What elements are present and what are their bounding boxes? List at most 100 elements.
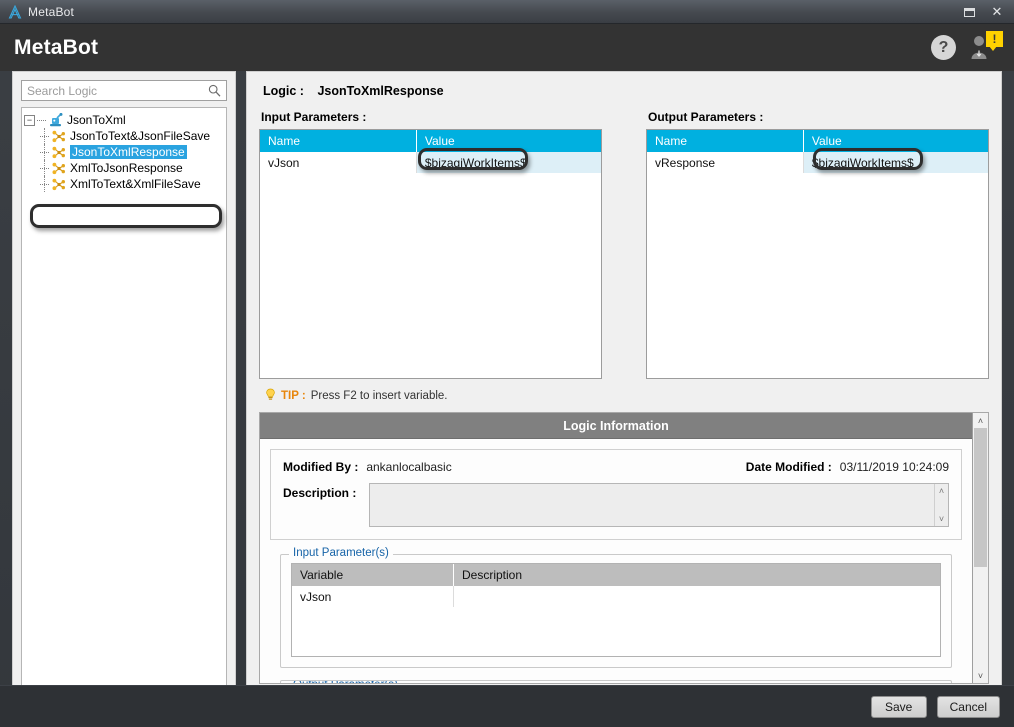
app-header: MetaBot ? ! (0, 24, 1014, 71)
output-parameters-section: Output Parameters : Name Value vResponse… (646, 110, 989, 379)
tree-item-label: XmlToJsonResponse (70, 161, 183, 175)
metabot-node-icon (47, 113, 64, 128)
collapse-expander-icon[interactable]: − (24, 114, 35, 126)
tip-line: TIP : Press F2 to insert variable. (265, 388, 989, 404)
description-label: Description : (283, 486, 357, 500)
table-header-row: Name Value (647, 130, 988, 152)
scroll-down-icon[interactable]: ˅ (939, 514, 944, 524)
tree-item-XmlToText-XmlFileSave[interactable]: XmlToText&XmlFileSave (24, 176, 224, 192)
date-modified-group: Date Modified : 03/11/2019 10:24:09 (746, 460, 949, 474)
table-header-row: Name Value (260, 130, 601, 152)
output-parameters-legend: Output Parameter(s) (289, 681, 402, 683)
tree-root-JsonToXml[interactable]: − JsonToXml (24, 112, 224, 128)
modified-by-label: Modified By : (283, 460, 359, 474)
date-modified-value: 03/11/2019 10:24:09 (839, 460, 949, 474)
column-header-value: Value (424, 134, 455, 148)
close-button[interactable]: ✕ (984, 1, 1010, 23)
input-parameters-legend: Input Parameter(s) (289, 547, 393, 559)
tree-item-label-selected: JsonToXmlResponse (70, 145, 187, 159)
table-row[interactable]: vJson (292, 586, 940, 607)
logic-information-title: Logic Information (260, 413, 972, 439)
column-header-description: Description (462, 568, 523, 582)
cell-value[interactable]: $bizagiWorkItems$ (416, 152, 601, 173)
search-logic-field[interactable] (21, 80, 227, 101)
logic-node-icon (50, 161, 67, 176)
column-header-name: Name (260, 130, 417, 152)
input-parameters-title: Input Parameters : (261, 110, 367, 124)
table-header-row: Variable Description (292, 564, 940, 586)
tree-item-JsonToXmlResponse[interactable]: JsonToXmlResponse (24, 144, 224, 160)
scrollbar-thumb[interactable] (974, 428, 987, 568)
minimize-icon (963, 7, 975, 17)
column-header-name: Name (647, 130, 804, 152)
scroll-down-icon[interactable]: ˅ (973, 668, 988, 683)
search-icon (208, 84, 221, 102)
table-row[interactable]: vJson $bizagiWorkItems$ (260, 152, 601, 173)
logic-node-icon (50, 129, 67, 144)
modified-by-value: ankanlocalbasic (366, 460, 452, 474)
logic-header: Logic : JsonToXmlResponse (263, 84, 989, 98)
cell-name: vJson (260, 152, 417, 173)
window-title: MetaBot (28, 4, 75, 19)
scroll-up-icon[interactable]: ˄ (973, 413, 988, 428)
tree-connector (44, 128, 45, 144)
logic-detail-panel: Logic : JsonToXmlResponse Input Paramete… (246, 71, 1002, 695)
question-mark-icon[interactable]: ? (931, 35, 956, 60)
save-button[interactable]: Save (870, 695, 927, 718)
lightbulb-icon (265, 388, 276, 404)
tree-item-label: JsonToText&JsonFileSave (70, 129, 211, 143)
logic-information-panel: Logic Information Modified By : ankanloc… (259, 412, 989, 684)
logic-information-body: Modified By : ankanlocalbasic Date Modif… (260, 439, 972, 683)
tree-connector (44, 144, 45, 160)
table-body: vJson $bizagiWorkItems$ (260, 152, 601, 378)
logic-meta-card: Modified By : ankanlocalbasic Date Modif… (270, 449, 962, 540)
table-body: vResponse $bizagiWorkItems$ (647, 152, 988, 378)
logic-information-scroll-area: Logic Information Modified By : ankanloc… (260, 413, 972, 683)
search-input[interactable] (22, 81, 226, 100)
cell-description (454, 586, 940, 607)
tip-text: Press F2 to insert variable. (310, 390, 448, 402)
logic-information-scrollbar[interactable]: ˄ ˅ (972, 413, 988, 683)
description-textarea[interactable]: ˄ ˅ (369, 483, 949, 527)
modified-row: Modified By : ankanlocalbasic Date Modif… (283, 460, 949, 474)
output-parameters-title: Output Parameters : (648, 110, 764, 124)
cell-name: vResponse (647, 152, 804, 173)
user-avatar-icon[interactable]: ! (970, 30, 1003, 62)
logic-node-icon (50, 145, 67, 160)
logic-sidebar: − JsonToXml (12, 71, 236, 695)
description-scrollbar[interactable]: ˄ ˅ (934, 484, 948, 526)
logic-name: JsonToXmlResponse (317, 84, 444, 98)
tree-connector (44, 176, 45, 192)
parameters-row: Input Parameters : Name Value vJson $biz… (259, 110, 989, 379)
logic-tree: − JsonToXml JsonToText&JsonFileSave Json… (21, 107, 227, 686)
metabot-logo-icon (4, 0, 26, 24)
tip-label: TIP : (281, 390, 306, 402)
metabot-window: MetaBot ✕ MetaBot ? ! Search Logic − Jso… (0, 0, 1014, 727)
column-header-value: Value (811, 134, 842, 148)
input-parameters-section: Input Parameters : Name Value vJson $biz… (259, 110, 602, 379)
tree-item-JsonToText-JsonFileSave[interactable]: JsonToText&JsonFileSave (24, 128, 224, 144)
cancel-button[interactable]: Cancel (936, 695, 1000, 718)
output-parameters-table: Name Value vResponse $bizagiWorkItems$ (646, 129, 989, 379)
tree-item-label: XmlToText&XmlFileSave (70, 177, 201, 191)
cell-variable: vJson (292, 586, 454, 607)
column-header-variable: Variable (292, 564, 454, 586)
tree-item-XmlToJsonResponse[interactable]: XmlToJsonResponse (24, 160, 224, 176)
page-title: MetaBot (14, 35, 99, 59)
warning-badge: ! (986, 30, 1003, 51)
input-parameters-table: Name Value vJson $bizagiWorkItems$ (259, 129, 602, 379)
window-controls: ✕ (956, 0, 1010, 24)
tree-connector (44, 160, 45, 176)
table-row[interactable]: vResponse $bizagiWorkItems$ (647, 152, 988, 173)
logic-node-icon (50, 177, 67, 192)
minimize-button[interactable] (956, 1, 982, 23)
header-actions: ? ! (931, 24, 1003, 71)
scrollbar-track[interactable] (973, 428, 988, 668)
scroll-up-icon[interactable]: ˄ (939, 486, 944, 496)
date-modified-label: Date Modified : (745, 460, 832, 474)
window-titlebar: MetaBot ✕ (0, 0, 1014, 24)
cell-value[interactable]: $bizagiWorkItems$ (803, 152, 988, 173)
tree-connector (37, 119, 46, 121)
description-row: Description : ˄ ˅ (283, 483, 949, 527)
tree-root-label: JsonToXml (67, 113, 126, 127)
